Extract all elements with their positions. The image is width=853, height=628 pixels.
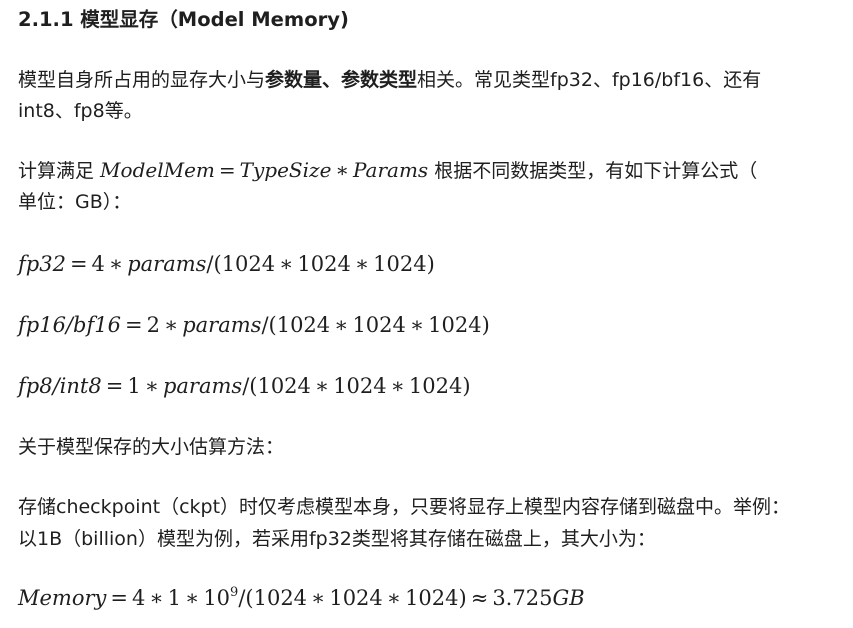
intro-text-cont: 相关。常见类型fp32、fp16/bf16、还有 <box>417 69 762 91</box>
formula-eq: = <box>105 374 124 398</box>
formula-lhs: fp16/bf16 <box>18 313 121 337</box>
formula-mult: ∗ <box>386 586 402 610</box>
formula-base: 10 <box>203 586 231 610</box>
formula-lhs: ModelMem <box>100 158 215 182</box>
formula-lhs: fp32 <box>18 252 66 276</box>
formula-var: params <box>162 374 243 398</box>
formula-mult: ∗ <box>354 252 370 276</box>
formula-num: 1024 <box>297 252 351 276</box>
intro-line-2: int8、fp8等。 <box>18 100 143 122</box>
formula-var: params <box>127 252 207 276</box>
document: 2.1.1 模型显存（Model Memory) 模型自身所占用的显存大小与参数… <box>0 0 853 628</box>
formula-num: 1024 <box>333 374 387 398</box>
formula-div: /(1024 <box>238 586 308 610</box>
formula-mult: ∗ <box>149 586 164 610</box>
formula-var: params <box>182 313 262 337</box>
save-heading: 关于模型保存的大小估算方法： <box>18 436 285 458</box>
intro-line-1: 模型自身所占用的显存大小与参数量、参数类型相关。常见类型fp32、fp16/bf… <box>18 68 761 92</box>
formula-num: 1024 <box>329 586 383 610</box>
formula-unit: GB <box>552 586 585 610</box>
formula-result: 3.725 <box>492 586 553 610</box>
formula-num: 1024) <box>405 586 467 610</box>
intro-text: 模型自身所占用的显存大小与 <box>18 69 266 91</box>
calc-suffix: 根据不同数据类型，有如下计算公式（ <box>428 160 758 182</box>
formula-fp32: fp32 = 4 ∗ params/(1024 ∗ 1024 ∗ 1024) <box>18 250 435 278</box>
formula-mult: ∗ <box>409 313 425 337</box>
formula-fp8-int8: fp8/int8 = 1 ∗ params/(1024 ∗ 1024 ∗ 1024) <box>18 372 471 400</box>
formula-term: 4 <box>132 586 146 610</box>
formula-num: 1024) <box>408 374 471 398</box>
inline-formula: ModelMem = TypeSize ∗ Params <box>100 158 428 182</box>
intro-bold-text: 参数量、参数类型 <box>265 69 418 91</box>
calc-prefix: 计算满足 <box>18 160 101 182</box>
formula-mult: ∗ <box>144 374 159 398</box>
calc-line-2: 单位：GB）： <box>18 191 132 213</box>
formula-lhs: fp8/int8 <box>18 374 102 398</box>
formula-lhs: Memory <box>18 586 107 610</box>
storage-line-2: 以1B（billion）模型为例，若采用fp32类型将其存储在磁盘上，其大小为： <box>18 528 656 550</box>
formula-div: /(1024 <box>206 252 276 276</box>
formula-eq: = <box>110 586 128 610</box>
formula-mult: ∗ <box>314 374 330 398</box>
formula-mult: ∗ <box>311 586 326 610</box>
formula-mult: ∗ <box>335 158 349 182</box>
formula-mult: ∗ <box>279 252 294 276</box>
formula-eq: = <box>218 158 236 182</box>
calc-line-1: 计算满足 ModelMem = TypeSize ∗ Params 根据不同数据类型，有… <box>18 158 757 183</box>
formula-div: /(1024 <box>261 313 331 337</box>
formula-coef: 2 <box>146 313 160 337</box>
formula-eq: = <box>124 313 143 337</box>
formula-params: Params <box>353 158 429 182</box>
formula-num: 1024 <box>352 313 406 337</box>
formula-mult: ∗ <box>163 313 179 337</box>
formula-mult: ∗ <box>334 313 349 337</box>
storage-line-1: 存储checkpoint（ckpt）时仅考虑模型本身，只要将显存上模型内容存储到… <box>18 496 791 518</box>
formula-mult: ∗ <box>185 586 200 610</box>
formula-eq: = <box>69 252 88 276</box>
formula-coef: 4 <box>91 252 105 276</box>
formula-mult: ∗ <box>390 374 405 398</box>
formula-approx: ≈ <box>470 586 489 610</box>
formula-fp16-bf16: fp16/bf16 = 2 ∗ params/(1024 ∗ 1024 ∗ 1024) <box>18 311 490 339</box>
formula-num: 1024) <box>373 252 435 276</box>
memory-formula: Memory = 4 ∗ 1 ∗ 109/(1024 ∗ 1024 ∗ 1024) ≈3.725GB <box>18 584 585 612</box>
formula-typesize: TypeSize <box>239 158 332 182</box>
formula-div: /(1024 <box>242 374 311 398</box>
formula-mult: ∗ <box>108 252 124 276</box>
formula-num: 1024) <box>428 313 490 337</box>
section-heading: 2.1.1 模型显存（Model Memory) <box>18 8 349 31</box>
formula-term: 1 <box>167 586 182 610</box>
formula-coef: 1 <box>127 374 141 398</box>
